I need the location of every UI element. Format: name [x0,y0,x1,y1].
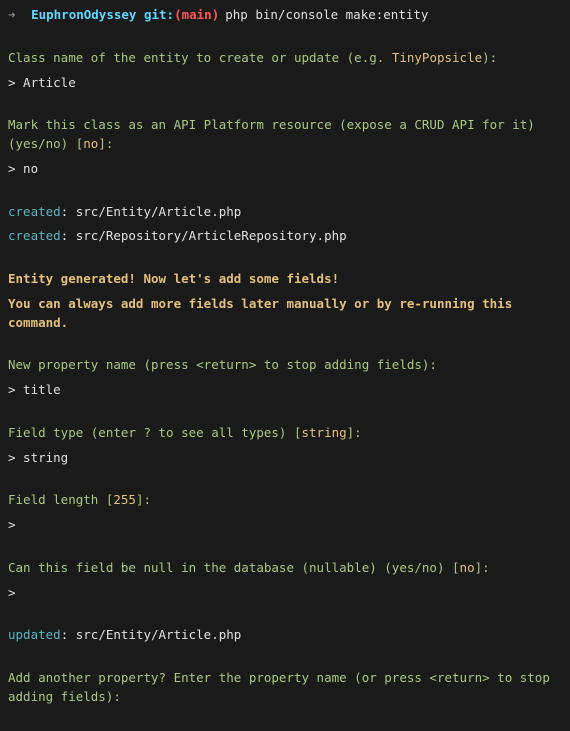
created-label: created [8,204,61,219]
default-value: no [460,560,475,575]
user-input[interactable]: > [8,516,562,535]
question-field-type: Field type (enter ? to see all types) [s… [8,424,562,468]
current-directory: EuphronOdyssey [31,6,136,25]
created-repository-line: created: src/Repository/ArticleRepositor… [8,227,562,246]
question-add-another: Add another property? Enter the property… [8,669,562,707]
question-property-name: New property name (press <return> to sto… [8,356,562,400]
question-suffix: ): [482,50,497,65]
question-suffix: ]: [98,136,113,151]
question-nullable: Can this field be null in the database (… [8,559,562,603]
question-class-name: Class name of the entity to create or up… [8,49,562,93]
updated-files: updated: src/Entity/Article.php [8,626,562,645]
question-text: Class name of the entity to create or up… [8,50,392,65]
example-value: TinyPopsicle [392,50,482,65]
created-entity-line: created: src/Entity/Article.php [8,203,562,222]
shell-command: php bin/console make:entity [225,6,428,25]
user-input[interactable]: > [8,584,562,603]
question-text: Field length [ [8,492,113,507]
question-text: New property name (press <return> to sto… [8,357,437,372]
file-path: : src/Repository/ArticleRepository.php [61,228,347,243]
user-input[interactable]: > no [8,160,562,179]
default-value: no [83,136,98,151]
question-api-platform: Mark this class as an API Platform resou… [8,116,562,178]
prompt-arrow: ➜ [8,6,16,25]
shell-prompt: ➜ EuphronOdyssey git: ( main ) php bin/c… [8,6,562,25]
paren-open: ( [174,6,182,25]
user-input[interactable]: > Article [8,74,562,93]
question-text: Field type (enter ? to see all types) [ [8,425,302,440]
question-suffix: ]: [475,560,490,575]
user-input[interactable]: > title [8,381,562,400]
entity-generated-message: Entity generated! Now let's add some fie… [8,270,562,332]
question-field-length: Field length [255]: > [8,491,562,535]
paren-close: ) [212,6,220,25]
default-value: 255 [113,492,136,507]
default-value: string [302,425,347,440]
user-input[interactable]: > string [8,449,562,468]
file-path: : src/Entity/Article.php [61,204,242,219]
info-message: You can always add more fields later man… [8,295,562,333]
question-suffix: ]: [136,492,151,507]
question-text: Add another property? Enter the property… [8,670,550,704]
created-files: created: src/Entity/Article.php created:… [8,203,562,247]
git-label: git: [144,6,174,25]
question-text: Can this field be null in the database (… [8,560,460,575]
updated-label: updated [8,627,61,642]
created-label: created [8,228,61,243]
git-branch: main [182,6,212,25]
file-path: : src/Entity/Article.php [61,627,242,642]
question-suffix: ]: [347,425,362,440]
success-message: Entity generated! Now let's add some fie… [8,270,562,289]
